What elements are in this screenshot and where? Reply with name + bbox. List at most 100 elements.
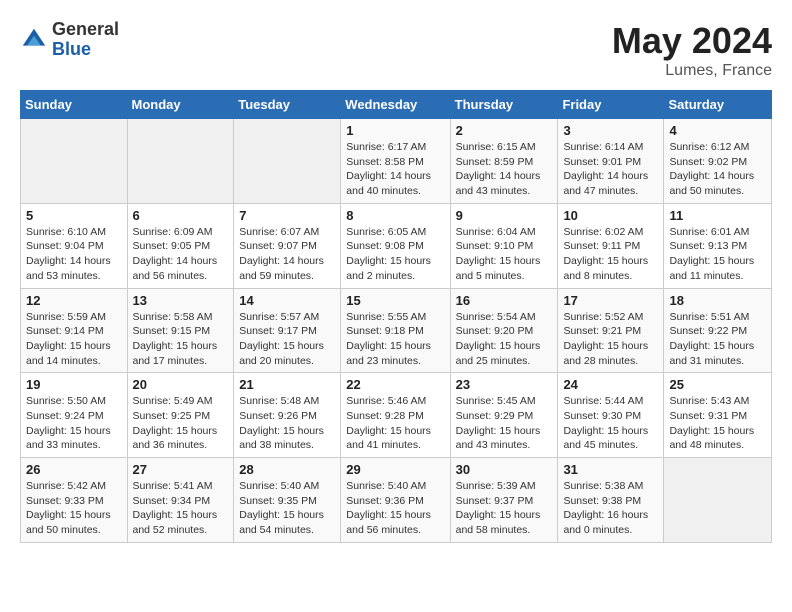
day-17: 17Sunrise: 5:52 AMSunset: 9:21 PMDayligh… xyxy=(558,288,664,373)
day-number-26: 26 xyxy=(26,462,122,477)
day-info-5: Sunrise: 6:10 AMSunset: 9:04 PMDaylight:… xyxy=(26,225,122,284)
day-number-28: 28 xyxy=(239,462,335,477)
header-sunday: Sunday xyxy=(21,91,128,119)
day-number-21: 21 xyxy=(239,377,335,392)
day-13: 13Sunrise: 5:58 AMSunset: 9:15 PMDayligh… xyxy=(127,288,234,373)
day-info-18: Sunrise: 5:51 AMSunset: 9:22 PMDaylight:… xyxy=(669,310,766,369)
day-11: 11 Sunrise: 6:01 AMSunset: 9:13 PMDayligh… xyxy=(664,203,772,288)
day-number-14: 14 xyxy=(239,293,335,308)
logo: General Blue xyxy=(20,20,119,60)
day-info-19: Sunrise: 5:50 AMSunset: 9:24 PMDaylight:… xyxy=(26,394,122,453)
day-6: 6Sunrise: 6:09 AMSunset: 9:05 PMDaylight… xyxy=(127,203,234,288)
empty-cell xyxy=(664,458,772,543)
day-28: 28 Sunrise: 5:40 AMSunset: 9:35 PMDayligh… xyxy=(234,458,341,543)
day-number-4: 4 xyxy=(669,123,766,138)
day-number-15: 15 xyxy=(346,293,444,308)
day-info-4: Sunrise: 6:12 AMSunset: 9:02 PMDaylight:… xyxy=(669,140,766,199)
day-20: 20Sunrise: 5:49 AMSunset: 9:25 PMDayligh… xyxy=(127,373,234,458)
day-info-27: Sunrise: 5:41 AMSunset: 9:34 PMDaylight:… xyxy=(133,479,229,538)
calendar-table: SundayMondayTuesdayWednesdayThursdayFrid… xyxy=(20,90,772,543)
day-info-28: Sunrise: 5:40 AMSunset: 9:35 PMDaylight:… xyxy=(239,479,335,538)
day-info-30: Sunrise: 5:39 AMSunset: 9:37 PMDaylight:… xyxy=(456,479,553,538)
logo-blue: Blue xyxy=(52,40,119,60)
day-info-29: Sunrise: 5:40 AMSunset: 9:36 PMDaylight:… xyxy=(346,479,444,538)
header-friday: Friday xyxy=(558,91,664,119)
header-row: SundayMondayTuesdayWednesdayThursdayFrid… xyxy=(21,91,772,119)
day-number-16: 16 xyxy=(456,293,553,308)
day-info-14: Sunrise: 5:57 AMSunset: 9:17 PMDaylight:… xyxy=(239,310,335,369)
day-29: 29Sunrise: 5:40 AMSunset: 9:36 PMDayligh… xyxy=(341,458,450,543)
day-info-1: Sunrise: 6:17 AMSunset: 8:58 PMDaylight:… xyxy=(346,140,444,199)
month-title: May 2024 xyxy=(612,20,772,62)
week-row-1: 1 Sunrise: 6:17 AMSunset: 8:58 PMDaylight… xyxy=(21,119,772,204)
calendar-body: 1 Sunrise: 6:17 AMSunset: 8:58 PMDaylight… xyxy=(21,119,772,543)
day-3: 3Sunrise: 6:14 AMSunset: 9:01 PMDaylight… xyxy=(558,119,664,204)
day-info-12: Sunrise: 5:59 AMSunset: 9:14 PMDaylight:… xyxy=(26,310,122,369)
day-number-8: 8 xyxy=(346,208,444,223)
day-number-30: 30 xyxy=(456,462,553,477)
day-10: 10Sunrise: 6:02 AMSunset: 9:11 PMDayligh… xyxy=(558,203,664,288)
day-24: 24Sunrise: 5:44 AMSunset: 9:30 PMDayligh… xyxy=(558,373,664,458)
week-row-2: 5 Sunrise: 6:10 AMSunset: 9:04 PMDaylight… xyxy=(21,203,772,288)
day-26: 26 Sunrise: 5:42 AMSunset: 9:33 PMDayligh… xyxy=(21,458,128,543)
day-number-7: 7 xyxy=(239,208,335,223)
day-23: 23 Sunrise: 5:45 AMSunset: 9:29 PMDayligh… xyxy=(450,373,558,458)
day-info-17: Sunrise: 5:52 AMSunset: 9:21 PMDaylight:… xyxy=(563,310,658,369)
location: Lumes, France xyxy=(612,62,772,80)
day-2: 2Sunrise: 6:15 AMSunset: 8:59 PMDaylight… xyxy=(450,119,558,204)
day-number-23: 23 xyxy=(456,377,553,392)
day-25: 25 Sunrise: 5:43 AMSunset: 9:31 PMDayligh… xyxy=(664,373,772,458)
day-5: 5 Sunrise: 6:10 AMSunset: 9:04 PMDaylight… xyxy=(21,203,128,288)
day-number-31: 31 xyxy=(563,462,658,477)
day-number-22: 22 xyxy=(346,377,444,392)
empty-cell xyxy=(21,119,128,204)
day-number-24: 24 xyxy=(563,377,658,392)
day-info-15: Sunrise: 5:55 AMSunset: 9:18 PMDaylight:… xyxy=(346,310,444,369)
day-19: 19 Sunrise: 5:50 AMSunset: 9:24 PMDayligh… xyxy=(21,373,128,458)
day-number-19: 19 xyxy=(26,377,122,392)
day-number-3: 3 xyxy=(563,123,658,138)
title-block: May 2024 Lumes, France xyxy=(612,20,772,80)
day-31: 31 Sunrise: 5:38 AMSunset: 9:38 PMDayligh… xyxy=(558,458,664,543)
logo-text: General Blue xyxy=(52,20,119,60)
day-9: 9Sunrise: 6:04 AMSunset: 9:10 PMDaylight… xyxy=(450,203,558,288)
day-info-20: Sunrise: 5:49 AMSunset: 9:25 PMDaylight:… xyxy=(133,394,229,453)
empty-cell xyxy=(127,119,234,204)
day-info-7: Sunrise: 6:07 AMSunset: 9:07 PMDaylight:… xyxy=(239,225,335,284)
day-info-8: Sunrise: 6:05 AMSunset: 9:08 PMDaylight:… xyxy=(346,225,444,284)
day-number-12: 12 xyxy=(26,293,122,308)
day-info-26: Sunrise: 5:42 AMSunset: 9:33 PMDaylight:… xyxy=(26,479,122,538)
day-number-10: 10 xyxy=(563,208,658,223)
day-info-9: Sunrise: 6:04 AMSunset: 9:10 PMDaylight:… xyxy=(456,225,553,284)
day-15: 15 Sunrise: 5:55 AMSunset: 9:18 PMDayligh… xyxy=(341,288,450,373)
empty-cell xyxy=(234,119,341,204)
calendar-header: SundayMondayTuesdayWednesdayThursdayFrid… xyxy=(21,91,772,119)
day-info-2: Sunrise: 6:15 AMSunset: 8:59 PMDaylight:… xyxy=(456,140,553,199)
day-12: 12 Sunrise: 5:59 AMSunset: 9:14 PMDayligh… xyxy=(21,288,128,373)
day-number-1: 1 xyxy=(346,123,444,138)
day-16: 16 Sunrise: 5:54 AMSunset: 9:20 PMDayligh… xyxy=(450,288,558,373)
day-8: 8 Sunrise: 6:05 AMSunset: 9:08 PMDaylight… xyxy=(341,203,450,288)
week-row-5: 26 Sunrise: 5:42 AMSunset: 9:33 PMDayligh… xyxy=(21,458,772,543)
day-27: 27 Sunrise: 5:41 AMSunset: 9:34 PMDayligh… xyxy=(127,458,234,543)
day-info-16: Sunrise: 5:54 AMSunset: 9:20 PMDaylight:… xyxy=(456,310,553,369)
day-number-27: 27 xyxy=(133,462,229,477)
day-number-11: 11 xyxy=(669,208,766,223)
day-info-25: Sunrise: 5:43 AMSunset: 9:31 PMDaylight:… xyxy=(669,394,766,453)
day-info-23: Sunrise: 5:45 AMSunset: 9:29 PMDaylight:… xyxy=(456,394,553,453)
header-tuesday: Tuesday xyxy=(234,91,341,119)
day-info-31: Sunrise: 5:38 AMSunset: 9:38 PMDaylight:… xyxy=(563,479,658,538)
day-info-21: Sunrise: 5:48 AMSunset: 9:26 PMDaylight:… xyxy=(239,394,335,453)
day-1: 1 Sunrise: 6:17 AMSunset: 8:58 PMDaylight… xyxy=(341,119,450,204)
day-22: 22Sunrise: 5:46 AMSunset: 9:28 PMDayligh… xyxy=(341,373,450,458)
day-number-18: 18 xyxy=(669,293,766,308)
header-wednesday: Wednesday xyxy=(341,91,450,119)
day-4: 4 Sunrise: 6:12 AMSunset: 9:02 PMDaylight… xyxy=(664,119,772,204)
day-info-11: Sunrise: 6:01 AMSunset: 9:13 PMDaylight:… xyxy=(669,225,766,284)
day-number-5: 5 xyxy=(26,208,122,223)
day-number-25: 25 xyxy=(669,377,766,392)
day-7: 7 Sunrise: 6:07 AMSunset: 9:07 PMDaylight… xyxy=(234,203,341,288)
logo-general: General xyxy=(52,20,119,40)
week-row-4: 19 Sunrise: 5:50 AMSunset: 9:24 PMDayligh… xyxy=(21,373,772,458)
day-info-13: Sunrise: 5:58 AMSunset: 9:15 PMDaylight:… xyxy=(133,310,229,369)
